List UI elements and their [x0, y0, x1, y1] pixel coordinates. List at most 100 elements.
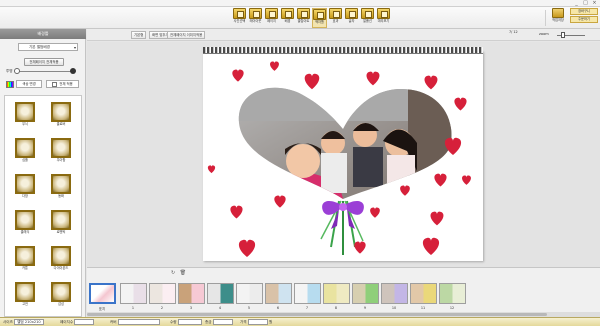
- tool-preview[interactable]: 미리보기: [376, 8, 391, 28]
- toolbar-divider: [545, 10, 546, 26]
- album-page[interactable]: [203, 51, 483, 261]
- tool-frame[interactable]: 액자틀: [312, 8, 327, 28]
- tool-clipart[interactable]: 클립아트: [296, 8, 311, 28]
- page-thumbnail[interactable]: [120, 283, 147, 304]
- cart-button[interactable]: 장바구니 주문하기: [570, 8, 598, 23]
- main-toolbar: 사진선택 레이아웃 페이지 배경 클립아트 액자틀 효과 글자 말풍선 미리보기…: [0, 7, 600, 29]
- frame-item[interactable]: 감성: [49, 282, 73, 307]
- order-button[interactable]: 주문하기: [570, 16, 598, 23]
- frame-item[interactable]: 다이아몬드: [49, 246, 73, 271]
- page-thumbnail-label: 3: [189, 306, 193, 310]
- frame-item[interactable]: 카툰: [13, 246, 37, 271]
- color-change-button[interactable]: 색상 변경: [16, 80, 42, 88]
- trash-icon[interactable]: 🗑: [180, 270, 186, 276]
- apply-image-all-pages-button[interactable]: 전체페이지 이미지적용: [167, 31, 206, 39]
- zoom-label: zoom: [539, 32, 549, 36]
- title-bar: _ □ ×: [0, 0, 600, 7]
- page-thumbnail[interactable]: [352, 283, 379, 304]
- status-cover: 커버: [110, 318, 160, 326]
- page-thumbnail-label: 표지: [98, 307, 106, 311]
- page-thumbnail-label: 4: [218, 306, 222, 310]
- frame-item[interactable]: 고전: [13, 282, 37, 307]
- opacity-slider-max-handle[interactable]: [70, 68, 76, 74]
- page-thumbnail-label: 12: [449, 306, 455, 310]
- page-thumbnail-label: 7: [305, 306, 309, 310]
- status-price: 가격 원: [240, 319, 273, 325]
- opacity-slider-track[interactable]: [16, 71, 71, 72]
- page-thumbnail[interactable]: [236, 283, 263, 304]
- filmstrip-tools: ↻ 🗑: [171, 270, 186, 276]
- page-thumbnail[interactable]: [178, 283, 205, 304]
- frame-item[interactable]: 우아함: [49, 138, 73, 163]
- price-field: [247, 319, 268, 325]
- page-thumbnail[interactable]: [410, 283, 437, 304]
- frame-thumbnail: [15, 210, 35, 230]
- preview-icon: [377, 8, 390, 19]
- scrollbar-thumb[interactable]: [87, 313, 547, 316]
- pages-field[interactable]: [74, 319, 95, 325]
- left-panel: 배경틀 기본 앨범배경 ▾ 전체페이지 전체적용 투명 색상 변경 전체 적용 …: [0, 29, 86, 317]
- apply-all-color-checkbox[interactable]: 전체 적용: [46, 80, 79, 88]
- minimize-button[interactable]: _: [572, 0, 581, 6]
- frame-item[interactable]: 다방: [13, 174, 37, 199]
- unit-price-field: [212, 319, 233, 325]
- frame-thumbnail: [51, 246, 71, 266]
- page-thumbnail-label: 11: [420, 306, 426, 310]
- quantity-field[interactable]: [177, 319, 202, 325]
- page-thumbnail[interactable]: [89, 283, 116, 304]
- status-unit-price: 총금: [205, 318, 233, 326]
- frame-item[interactable]: 로맨틱: [49, 210, 73, 235]
- page-thumbnail[interactable]: [439, 283, 466, 304]
- chevron-down-icon: ▾: [73, 45, 76, 50]
- background-select-value: 기본 앨범배경: [29, 45, 50, 49]
- frame-item[interactable]: 동화: [49, 174, 73, 199]
- canvas-toolbar: 기본형 화면 맞추기 전체페이지 이미지적용 7/ 12 zoom: [87, 29, 600, 41]
- tool-photo-select[interactable]: 사진선택: [232, 8, 247, 28]
- page-icon: [265, 8, 278, 19]
- page-thumbnail-label: 8: [334, 306, 338, 310]
- frame-item[interactable]: 심플: [13, 138, 37, 163]
- frame-list: 무늬 클로버 심플 우아함 다방 동화 클래식 로맨틱 카툰 다이아몬드 고전 …: [4, 95, 82, 317]
- page-thumbnail[interactable]: [381, 283, 408, 304]
- tool-layout[interactable]: 레이아웃: [248, 8, 263, 28]
- page-thumbnail[interactable]: [149, 283, 176, 304]
- workspace: [87, 42, 600, 267]
- page-thumbnail-label: 2: [160, 306, 164, 310]
- page-indicator: 7/ 12: [509, 30, 518, 34]
- save-button[interactable]: 작업저장: [550, 8, 566, 23]
- maximize-button[interactable]: □: [581, 0, 590, 6]
- page-thumbnail[interactable]: [265, 283, 292, 304]
- background-select[interactable]: 기본 앨범배경 ▾: [18, 43, 78, 51]
- layout-icon: [249, 8, 262, 19]
- frame-thumbnail: [51, 102, 71, 122]
- frame-item[interactable]: 무늬: [13, 102, 37, 127]
- rotate-icon[interactable]: ↻: [171, 270, 175, 276]
- save-icon: [552, 8, 564, 18]
- tool-background[interactable]: 배경: [280, 8, 295, 28]
- tool-effect[interactable]: 효과: [328, 8, 343, 28]
- page-thumbnail[interactable]: [294, 283, 321, 304]
- cover-select[interactable]: [117, 319, 160, 325]
- tool-text[interactable]: 글자: [344, 8, 359, 28]
- frame-item[interactable]: 클래식: [13, 210, 37, 235]
- tool-balloon[interactable]: 말풍선: [360, 8, 375, 28]
- page-artwork: [207, 61, 471, 257]
- apply-all-pages-button[interactable]: 전체페이지 전체적용: [24, 58, 64, 66]
- frame-thumbnail: [15, 102, 35, 122]
- zoom-slider-handle[interactable]: [561, 32, 565, 38]
- page-thumbnail[interactable]: [207, 283, 234, 304]
- page-thumbnail[interactable]: [323, 283, 350, 304]
- page-thumbnail-label: 9: [363, 306, 367, 310]
- view-mode-button[interactable]: 기본형: [131, 31, 147, 39]
- opacity-slider-min-handle[interactable]: [14, 68, 20, 74]
- panel-title: 배경틀: [0, 29, 86, 39]
- color-palette-icon[interactable]: [6, 81, 14, 88]
- frame-thumbnail: [15, 246, 35, 266]
- frame-thumbnail: [15, 138, 35, 158]
- close-button[interactable]: ×: [590, 0, 599, 6]
- tool-page[interactable]: 페이지: [264, 8, 279, 28]
- frame-item[interactable]: 클로버: [49, 102, 73, 127]
- photo-select-icon: [233, 8, 246, 19]
- status-pages: 페이지수: [60, 318, 95, 326]
- size-select[interactable]: 앨범 210x210: [14, 319, 44, 325]
